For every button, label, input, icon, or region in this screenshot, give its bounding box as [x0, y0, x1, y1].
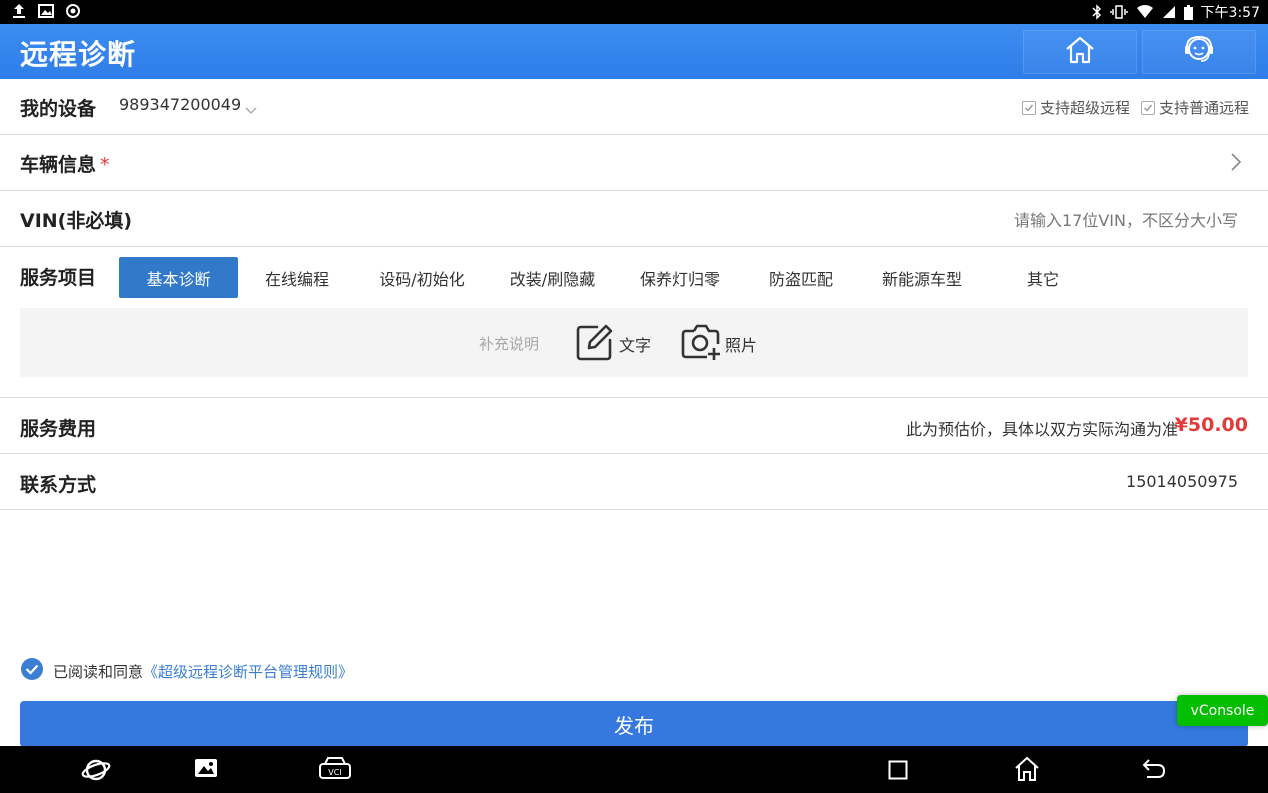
fee-value: ¥50.00 — [1174, 414, 1248, 436]
vehicle-info-row[interactable] — [0, 135, 1268, 191]
tab-immobilizer[interactable]: 防盗匹配 — [751, 257, 851, 298]
chevron-down-icon[interactable] — [245, 100, 257, 119]
super-remote-label: 支持超级远程 — [1040, 99, 1131, 117]
status-time: 下午3:57 — [1200, 5, 1260, 21]
recents-icon[interactable] — [888, 760, 908, 784]
fee-note: 此为预估价，具体以双方实际沟通为准 — [905, 420, 1178, 439]
normal-remote-label: 支持普通远程 — [1159, 99, 1250, 117]
camera-plus-icon — [681, 322, 721, 366]
back-icon[interactable] — [1141, 756, 1167, 786]
add-text-label: 文字 — [619, 336, 652, 355]
vpn-icon — [66, 4, 80, 18]
tab-basic-diagnosis[interactable]: 基本诊断 — [119, 257, 238, 298]
contact-phone[interactable]: 15014050975 — [1126, 472, 1238, 491]
tab-online-programming[interactable]: 在线编程 — [247, 257, 347, 298]
agreement: 已阅读和同意《超级远程诊断平台管理规则》 — [20, 657, 353, 685]
service-label: 服务项目 — [20, 267, 97, 289]
system-nav-bar: VCI — [0, 746, 1268, 793]
vin-input[interactable]: 请输入17位VIN，不区分大小写 — [1014, 207, 1238, 231]
supplement-hint: 补充说明 — [479, 335, 540, 353]
app-header: 远程诊断 — [0, 24, 1268, 79]
edit-icon — [575, 322, 615, 366]
chevron-right-icon[interactable] — [1230, 152, 1242, 176]
gallery-icon[interactable] — [194, 756, 218, 784]
required-mark: * — [100, 154, 110, 176]
device-label: 我的设备 — [20, 98, 97, 120]
checkbox-checked-icon — [1141, 100, 1155, 115]
tab-coding-init[interactable]: 设码/初始化 — [362, 257, 482, 298]
super-remote-checkbox[interactable]: 支持超级远程 — [1022, 97, 1130, 118]
svg-text:VCI: VCI — [328, 768, 341, 777]
vehicle-info-label: 车辆信息 * — [20, 154, 110, 176]
tab-new-energy[interactable]: 新能源车型 — [866, 257, 978, 298]
battery-icon — [1183, 4, 1193, 20]
agreement-text: 已阅读和同意 — [53, 662, 144, 681]
tab-service-reset[interactable]: 保养灯归零 — [625, 257, 735, 298]
status-bar: 下午3:57 — [0, 0, 1268, 24]
checkbox-checked-icon — [1022, 100, 1036, 115]
contact-label: 联系方式 — [20, 474, 97, 496]
headset-icon — [1182, 35, 1216, 69]
customer-service-button[interactable] — [1142, 30, 1256, 74]
vci-icon[interactable]: VCI — [318, 756, 352, 786]
contact-row — [0, 454, 1268, 510]
add-photo-button[interactable]: 照片 — [681, 322, 757, 366]
normal-remote-checkbox[interactable]: 支持普通远程 — [1141, 97, 1249, 118]
wifi-icon — [1136, 5, 1154, 19]
add-photo-label: 照片 — [725, 336, 758, 355]
bluetooth-icon — [1092, 4, 1102, 20]
agreement-link[interactable]: 《超级远程诊断平台管理规则》 — [143, 663, 353, 681]
vin-label: VIN(非必填) — [20, 210, 133, 232]
fee-label: 服务费用 — [20, 418, 97, 440]
publish-button[interactable]: 发布 — [20, 701, 1248, 747]
browser-icon[interactable] — [81, 756, 111, 788]
signal-icon — [1162, 5, 1176, 19]
vconsole-button[interactable]: vConsole — [1177, 695, 1268, 726]
home-button[interactable] — [1023, 30, 1137, 74]
page-title: 远程诊断 — [20, 38, 137, 71]
upload-icon — [12, 3, 26, 19]
device-select[interactable]: 989347200049 — [119, 95, 241, 114]
home-icon — [1064, 35, 1096, 69]
nav-home-icon[interactable] — [1014, 756, 1040, 786]
add-text-button[interactable]: 文字 — [575, 322, 651, 366]
check-circle-icon[interactable] — [20, 657, 44, 685]
tab-modification[interactable]: 改装/刷隐藏 — [495, 257, 610, 298]
image-icon — [38, 4, 54, 18]
tab-other[interactable]: 其它 — [1003, 257, 1083, 298]
vibrate-icon — [1109, 5, 1128, 19]
